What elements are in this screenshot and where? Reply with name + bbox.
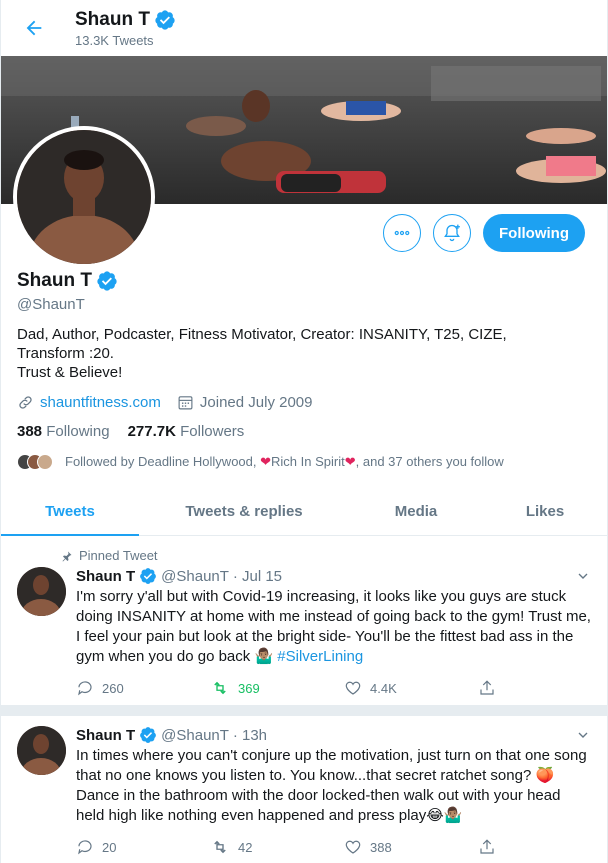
heart-icon xyxy=(345,840,361,854)
back-button[interactable] xyxy=(17,11,51,45)
tweet-handle-time[interactable]: @ShaunT · Jul 15 xyxy=(161,568,282,585)
following-count: 388 xyxy=(17,423,43,440)
followers-label: Followers xyxy=(180,423,245,440)
chevron-down-icon[interactable] xyxy=(575,727,591,743)
feed-divider xyxy=(1,706,607,716)
tweet-handle-time[interactable]: @ShaunT · 13h xyxy=(161,727,267,744)
heart-icon: ❤ xyxy=(344,454,356,469)
tweet-text: In times where you can't conjure up the … xyxy=(76,747,587,824)
reply-button[interactable]: 260 xyxy=(76,679,210,697)
tweet[interactable]: Pinned Tweet Shaun T @ShaunT · Jul 15 I'… xyxy=(1,540,607,706)
like-count: 388 xyxy=(370,839,392,855)
chevron-down-icon[interactable] xyxy=(575,568,591,584)
header-name: Shaun T xyxy=(75,8,150,30)
heart-icon xyxy=(345,681,361,695)
pinned-text: Pinned Tweet xyxy=(79,548,158,563)
share-icon xyxy=(480,839,494,854)
profile-bio: Dad, Author, Podcaster, Fitness Motivato… xyxy=(17,326,507,381)
tweet-author-name[interactable]: Shaun T xyxy=(76,568,135,585)
retweet-count: 42 xyxy=(238,839,253,855)
mini-avatar xyxy=(37,454,53,470)
verified-badge-icon xyxy=(140,727,157,743)
following-stat[interactable]: 388 Following xyxy=(17,423,110,440)
like-count: 4.4K xyxy=(370,680,397,696)
follower-avatars xyxy=(17,454,53,470)
followed-by-suffix: , and 37 others you follow xyxy=(355,454,504,469)
followers-stat[interactable]: 277.7K Followers xyxy=(128,423,245,440)
notifications-button[interactable] xyxy=(433,214,472,252)
more-icon xyxy=(394,230,410,236)
followed-by-rich: Rich In Spirit xyxy=(271,454,345,469)
following-label: Following xyxy=(46,423,110,440)
tweet-text: I'm sorry y'all but with Covid-19 increa… xyxy=(76,587,591,667)
tweet-avatar[interactable] xyxy=(17,726,66,775)
profile-handle: @ShaunT xyxy=(17,296,85,313)
retweet-button[interactable]: 369 xyxy=(210,679,344,697)
pin-icon xyxy=(62,551,72,561)
profile-info: Shaun T @ShaunT Dad, Author, Podcaster, … xyxy=(17,270,591,470)
reply-button[interactable]: 20 xyxy=(76,838,210,856)
profile-tabs: Tweets Tweets & replies Media Likes xyxy=(1,488,607,536)
share-button[interactable] xyxy=(478,679,496,697)
share-icon xyxy=(480,680,494,695)
bell-plus-icon xyxy=(444,224,460,242)
tweet-avatar[interactable] xyxy=(17,567,66,616)
reply-icon xyxy=(78,681,92,696)
back-arrow-icon xyxy=(26,20,42,36)
tweet-avatar-image xyxy=(17,567,66,616)
share-button[interactable] xyxy=(478,838,496,856)
link-icon xyxy=(19,396,32,409)
retweet-button[interactable]: 42 xyxy=(210,838,344,856)
reply-icon xyxy=(78,840,92,855)
reply-count: 20 xyxy=(102,839,117,855)
verified-badge-icon xyxy=(155,9,175,30)
profile-name: Shaun T xyxy=(17,270,92,291)
tab-tweets[interactable]: Tweets xyxy=(1,488,139,536)
reply-count: 260 xyxy=(102,680,124,696)
tab-likes[interactable]: Likes xyxy=(483,488,607,535)
calendar-icon xyxy=(178,396,193,410)
like-button[interactable]: 388 xyxy=(344,838,478,856)
verified-badge-icon xyxy=(140,568,157,584)
followed-by-prefix: Followed by Deadline Hollywood, xyxy=(65,454,257,469)
tab-media[interactable]: Media xyxy=(349,488,483,535)
retweet-icon xyxy=(214,681,226,695)
tweet-count: 13.3K Tweets xyxy=(75,32,154,48)
profile-actions: Following xyxy=(383,214,585,252)
website-link[interactable]: shauntfitness.com xyxy=(40,394,161,411)
retweet-count: 369 xyxy=(238,680,260,696)
top-bar: Shaun T 13.3K Tweets xyxy=(1,0,607,56)
tweet-actions: 20 42 388 xyxy=(76,838,591,856)
heart-icon: ❤ xyxy=(260,454,272,469)
tweet-author-name[interactable]: Shaun T xyxy=(76,727,135,744)
tweet[interactable]: Shaun T @ShaunT · 13h In times where you… xyxy=(1,716,607,863)
verified-badge-icon xyxy=(97,271,117,291)
retweet-icon xyxy=(214,840,226,854)
pinned-label: Pinned Tweet xyxy=(17,548,591,563)
profile-page: Shaun T 13.3K Tweets Following Shaun T @… xyxy=(0,0,608,863)
like-button[interactable]: 4.4K xyxy=(344,679,478,697)
followers-count: 277.7K xyxy=(127,423,176,440)
hashtag-link[interactable]: #SilverLining xyxy=(277,648,363,665)
followed-by[interactable]: Followed by Deadline Hollywood, ❤Rich In… xyxy=(17,454,591,470)
joined-date: Joined July 2009 xyxy=(199,394,313,411)
profile-avatar[interactable] xyxy=(13,126,155,268)
avatar-image xyxy=(17,130,151,264)
tweet-actions: 260 369 4.4K xyxy=(76,679,591,697)
more-button[interactable] xyxy=(383,214,422,252)
tweet-avatar-image xyxy=(17,726,66,775)
following-button[interactable]: Following xyxy=(483,214,585,252)
tab-tweets-replies[interactable]: Tweets & replies xyxy=(139,488,349,535)
